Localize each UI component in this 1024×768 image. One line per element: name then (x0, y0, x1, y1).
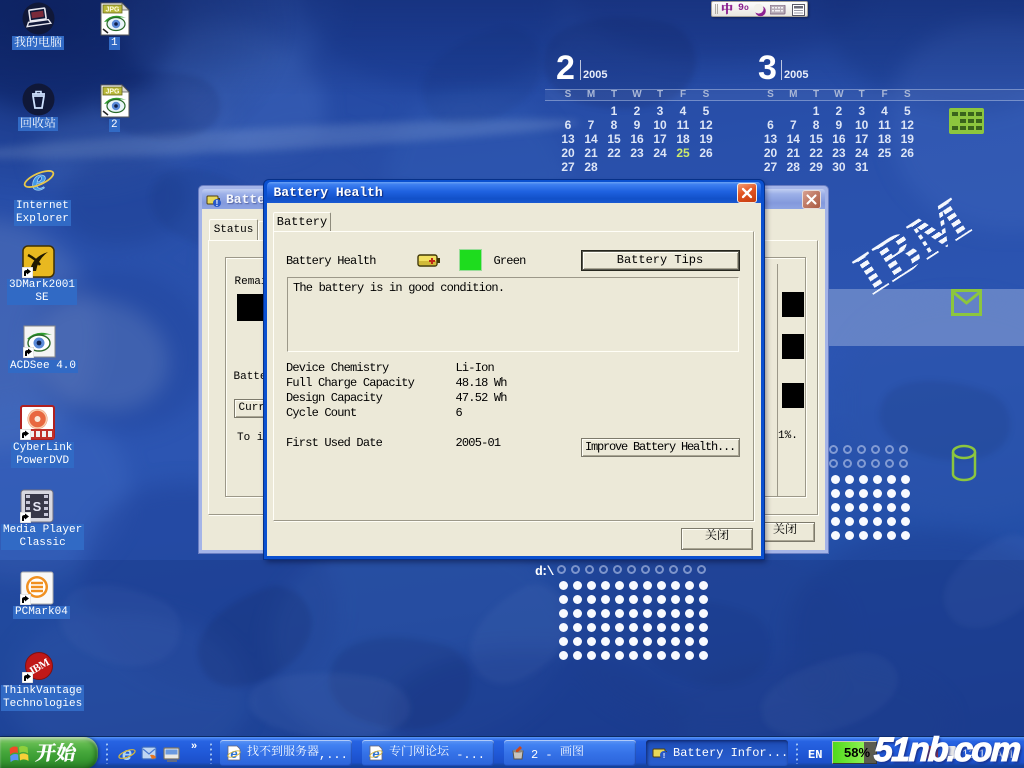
svg-text:e: e (372, 746, 379, 761)
svg-text:JPG: JPG (105, 89, 120, 96)
svg-text:!: ! (663, 753, 665, 760)
svg-text:e: e (230, 746, 237, 761)
svg-text:JPG: JPG (105, 7, 120, 14)
svg-text:S: S (33, 499, 42, 514)
svg-text:e: e (122, 745, 132, 763)
svg-text:e: e (32, 163, 46, 197)
